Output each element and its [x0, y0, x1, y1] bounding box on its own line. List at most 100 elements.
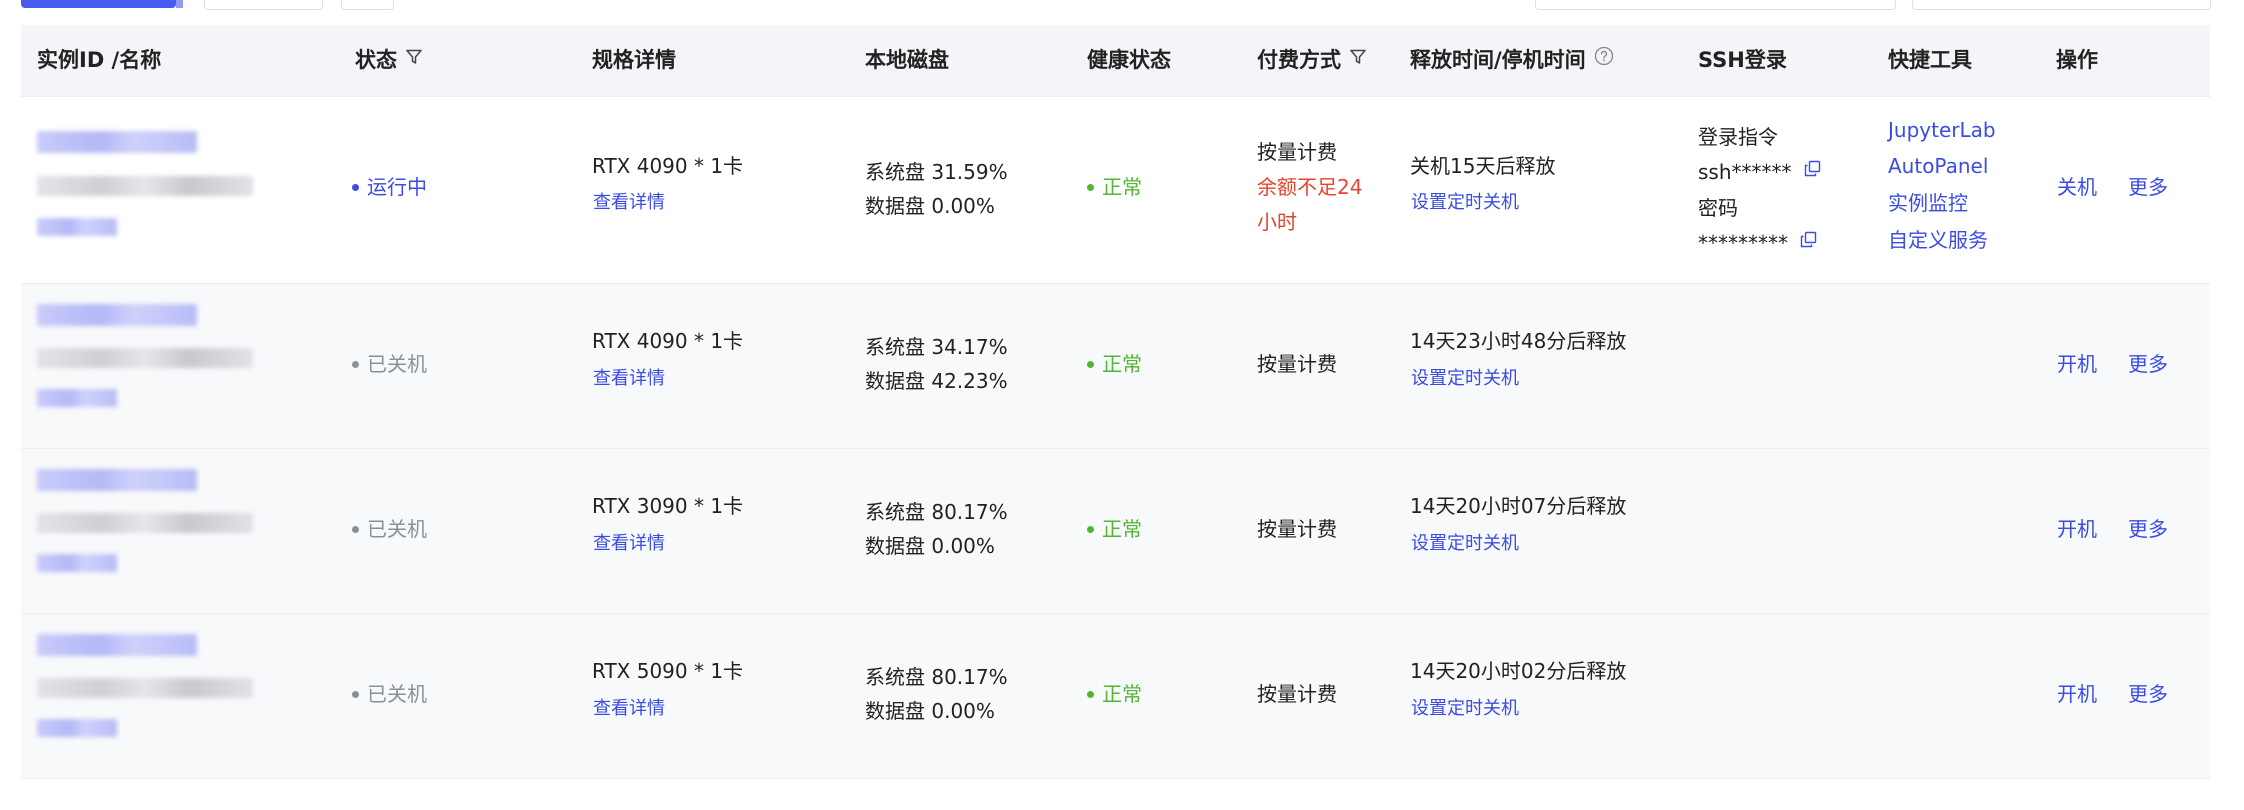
system-disk-usage: 系统盘 80.17%: [865, 665, 1008, 689]
health-dot: [1087, 360, 1094, 368]
start-button[interactable]: 开机: [2057, 352, 2097, 377]
instance-id-redacted[interactable]: [37, 469, 197, 491]
system-disk-usage: 系统盘 34.17%: [865, 335, 1008, 359]
header-spec: 规格详情: [592, 48, 676, 72]
search-input[interactable]: [1535, 0, 1896, 10]
copy-icon[interactable]: [1800, 229, 1817, 254]
health-status: 正常: [1087, 682, 1142, 707]
filter-select[interactable]: [1912, 0, 2211, 10]
header-status: 状态: [355, 25, 423, 96]
health-status: 正常: [1087, 352, 1142, 377]
help-icon[interactable]: [1594, 24, 1614, 95]
table-row: 已关机 RTX 5090 * 1卡 查看详情 系统盘 80.17% 数据盘 0.…: [21, 614, 2210, 779]
header-billing-label: 付费方式: [1257, 48, 1341, 72]
more-button[interactable]: 更多: [2128, 175, 2168, 200]
instance-id-redacted[interactable]: [37, 131, 197, 153]
spec-details-link[interactable]: 查看详情: [593, 192, 665, 215]
ssh-command-value: ssh******: [1698, 160, 1792, 184]
tool-link-monitoring[interactable]: 实例监控: [1888, 191, 1968, 216]
tool-link-custom-service[interactable]: 自定义服务: [1888, 228, 1988, 253]
toolbar-button[interactable]: [204, 0, 323, 10]
spec-gpu: RTX 5090 * 1卡: [592, 659, 744, 683]
billing-type: 按量计费: [1257, 517, 1337, 541]
spec-details-link[interactable]: 查看详情: [593, 698, 665, 721]
header-ssh: SSH登录: [1698, 48, 1787, 72]
status-text: 已关机: [367, 352, 427, 376]
health-text: 正常: [1102, 175, 1142, 199]
header-release: 释放时间/停机时间: [1410, 25, 1614, 96]
instance-tag-redacted: [37, 218, 117, 236]
shutdown-button[interactable]: 关机: [2057, 175, 2097, 200]
status-dot: [352, 690, 359, 698]
spec-details-link[interactable]: 查看详情: [593, 533, 665, 556]
health-text: 正常: [1102, 682, 1142, 706]
release-time: 14天23小时48分后释放: [1410, 329, 1627, 353]
header-release-label: 释放时间/停机时间: [1410, 48, 1586, 72]
billing-type: 按量计费: [1257, 352, 1337, 376]
filter-icon[interactable]: [405, 24, 423, 95]
instance-name-redacted: [37, 348, 253, 368]
more-button[interactable]: 更多: [2128, 682, 2168, 707]
health-status: 正常: [1087, 517, 1142, 542]
schedule-shutdown-link[interactable]: 设置定时关机: [1411, 533, 1519, 556]
more-button[interactable]: 更多: [2128, 352, 2168, 377]
tool-link-jupyterlab[interactable]: JupyterLab: [1888, 118, 1996, 143]
release-time: 14天20小时07分后释放: [1410, 494, 1627, 518]
create-instance-button-edge: [176, 0, 183, 8]
schedule-shutdown-link[interactable]: 设置定时关机: [1411, 192, 1519, 215]
instance-table: 实例ID /名称 状态 规格详情 本地磁盘 健康状态 付费方式 释放时间/停机时…: [21, 25, 2210, 779]
instance-name-redacted: [37, 678, 253, 698]
ssh-command-label: 登录指令: [1698, 125, 1778, 149]
spec-gpu: RTX 3090 * 1卡: [592, 494, 744, 518]
ssh-command: ssh******: [1698, 160, 1821, 185]
status-dot: [352, 360, 359, 368]
data-disk-usage: 数据盘 0.00%: [865, 194, 995, 218]
status-dot: [352, 183, 359, 191]
instance-id-redacted[interactable]: [37, 634, 197, 656]
instance-id-redacted[interactable]: [37, 304, 197, 326]
header-tools: 快捷工具: [1888, 48, 1972, 72]
header-status-label: 状态: [355, 48, 397, 72]
header-disk: 本地磁盘: [865, 48, 949, 72]
schedule-shutdown-link[interactable]: 设置定时关机: [1411, 368, 1519, 391]
instance-tag-redacted: [37, 554, 117, 572]
more-button[interactable]: 更多: [2128, 517, 2168, 542]
spec-gpu: RTX 4090 * 1卡: [592, 154, 744, 178]
release-time: 关机15天后释放: [1410, 154, 1556, 178]
spec-gpu: RTX 4090 * 1卡: [592, 329, 744, 353]
health-dot: [1087, 690, 1094, 698]
copy-icon[interactable]: [1804, 158, 1821, 183]
balance-warning: 余额不足24: [1257, 175, 1363, 199]
instance-name-redacted: [37, 176, 253, 196]
create-instance-button[interactable]: [21, 0, 176, 8]
schedule-shutdown-link[interactable]: 设置定时关机: [1411, 698, 1519, 721]
start-button[interactable]: 开机: [2057, 682, 2097, 707]
system-disk-usage: 系统盘 80.17%: [865, 500, 1008, 524]
health-status: 正常: [1087, 175, 1142, 200]
ssh-password: *********: [1698, 231, 1817, 256]
status-badge: 已关机: [352, 517, 427, 542]
status-badge: 已关机: [352, 682, 427, 707]
ssh-password-label: 密码: [1698, 196, 1738, 220]
health-dot: [1087, 183, 1094, 191]
spec-details-link[interactable]: 查看详情: [593, 368, 665, 391]
ssh-password-value: *********: [1698, 231, 1788, 255]
instance-tag-redacted: [37, 389, 117, 407]
system-disk-usage: 系统盘 31.59%: [865, 160, 1008, 184]
instance-name-redacted: [37, 513, 253, 533]
toolbar-icon-button[interactable]: [341, 0, 394, 10]
status-text: 已关机: [367, 682, 427, 706]
health-text: 正常: [1102, 352, 1142, 376]
header-instance: 实例ID /名称: [37, 48, 162, 72]
status-text: 运行中: [367, 175, 427, 199]
header-health: 健康状态: [1087, 48, 1171, 72]
billing-type: 按量计费: [1257, 140, 1337, 164]
tool-link-autopanel[interactable]: AutoPanel: [1888, 154, 1988, 179]
table-row: 已关机 RTX 4090 * 1卡 查看详情 系统盘 34.17% 数据盘 42…: [21, 284, 2210, 449]
status-badge: 已关机: [352, 352, 427, 377]
data-disk-usage: 数据盘 0.00%: [865, 534, 995, 558]
start-button[interactable]: 开机: [2057, 517, 2097, 542]
data-disk-usage: 数据盘 42.23%: [865, 369, 1008, 393]
filter-icon[interactable]: [1349, 24, 1367, 95]
data-disk-usage: 数据盘 0.00%: [865, 699, 995, 723]
